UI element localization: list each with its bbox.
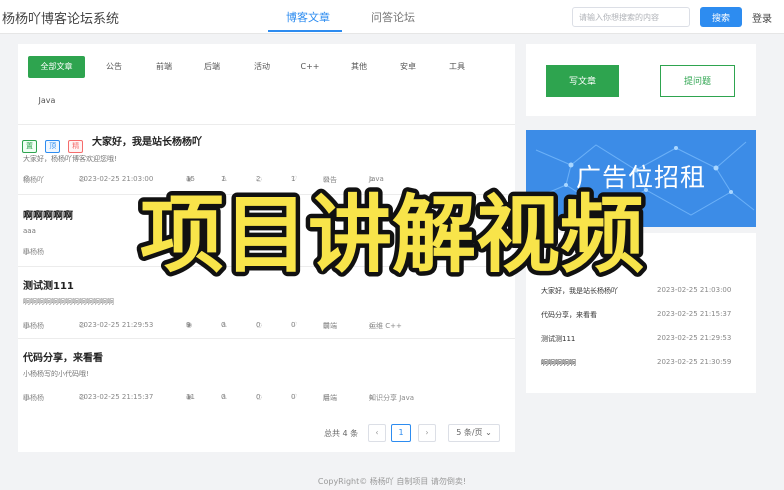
site-brand[interactable]: 杨杨吖博客论坛系统: [2, 8, 119, 27]
next-page-button[interactable]: ›: [418, 424, 436, 442]
tab-blog-articles[interactable]: 博客文章: [286, 9, 330, 25]
recent-post-item[interactable]: 啊啊啊啊啊 2023-02-25 21:30:59: [541, 358, 746, 370]
category-other[interactable]: 其他: [341, 56, 377, 78]
recent-post-item[interactable]: 大家好，我是站长杨杨吖 2023-02-25 21:03:00: [541, 286, 746, 298]
search-button[interactable]: 搜索: [700, 7, 742, 27]
pagination: 总共 4 条 ‹ 1 › 5 条/页 ⌄: [18, 418, 515, 442]
recent-post-title: 啊啊啊啊啊: [541, 359, 576, 367]
category-all[interactable]: 全部文章: [28, 56, 85, 78]
category-java[interactable]: Java: [30, 90, 64, 112]
ad-text: 广告位招租: [576, 163, 707, 192]
article-desc: aaa: [23, 227, 36, 235]
category-filter: 全部文章 公告 前端 后端 活动 C++ 其他 安卓 工具 Java: [18, 44, 515, 120]
prev-page-button[interactable]: ‹: [368, 424, 386, 442]
article-title[interactable]: 代码分享，来看看: [23, 349, 103, 364]
recent-post-title: 大家好，我是站长杨杨吖: [541, 287, 618, 295]
recent-post-item[interactable]: 测试测111 2023-02-25 21:29:53: [541, 334, 746, 346]
category-frontend[interactable]: 前端: [146, 56, 182, 78]
recent-post-title: 代码分享，来看看: [541, 311, 597, 319]
article-list-panel: 全部文章 公告 前端 后端 活动 C++ 其他 安卓 工具 Java 置 顶 精…: [18, 44, 515, 452]
article-desc: 小杨杨写的小代码哦!: [23, 370, 89, 378]
article-item[interactable]: 代码分享，来看看 小杨杨写的小代码哦! ▨ 小杨杨 ◷ 2023-02-25 21:…: [18, 338, 515, 412]
recent-post-time: 2023-02-25 21:03:00: [657, 286, 732, 294]
chevron-down-icon: ⌄: [485, 428, 492, 437]
action-panel: 写文章 提问题: [526, 44, 756, 116]
search-input[interactable]: [572, 7, 690, 27]
article-title[interactable]: 测试测111: [23, 277, 74, 292]
article-desc: 大家好，杨杨吖博客欢迎您哦!: [23, 155, 117, 163]
article-tags: 置 顶 精: [22, 133, 86, 153]
article-meta: ▨ 小杨杨: [23, 247, 44, 256]
page-size-select[interactable]: 5 条/页 ⌄: [448, 424, 500, 442]
featured-badge: 精: [68, 140, 84, 153]
article-item[interactable]: 啊啊啊啊啊 aaa ▨ 小杨杨: [18, 194, 515, 266]
ask-question-button[interactable]: 提问题: [660, 65, 735, 97]
article-title[interactable]: 大家好，我是站长杨杨吖: [92, 133, 202, 148]
article-meta: ▨ 小杨杨 ◷ 2023-02-25 21:15:37 ◉ 11 ♙ 0 ◌ 0 ♡ 0 ▤…: [23, 393, 415, 402]
category-announcement[interactable]: 公告: [96, 56, 132, 78]
article-desc: 啊啊啊啊啊啊啊啊啊啊啊啊啊: [23, 298, 114, 306]
pinned-badge: 置: [22, 140, 37, 153]
tab-qa-forum[interactable]: 问答论坛: [371, 9, 415, 25]
article-meta: ▨ 小杨杨 ◷ 2023-02-25 21:29:53 ◉ 9 ♙ 0 ◌ 0 ♡ 0 ▤ 前…: [23, 321, 402, 330]
write-article-button[interactable]: 写文章: [546, 65, 619, 97]
top-badge: 顶: [45, 140, 61, 153]
recent-post-item[interactable]: 代码分享，来看看 2023-02-25 21:15:37: [541, 310, 746, 322]
recent-post-time: 2023-02-25 21:29:53: [657, 334, 732, 342]
recent-post-time: 2023-02-25 21:30:59: [657, 358, 732, 366]
article-item[interactable]: 测试测111 啊啊啊啊啊啊啊啊啊啊啊啊啊 ▨ 小杨杨 ◷ 2023-02-25 21…: [18, 266, 515, 338]
category-tools[interactable]: 工具: [439, 56, 475, 78]
category-cpp[interactable]: C++: [292, 56, 328, 78]
total-count: 总共 4 条: [324, 429, 359, 438]
recent-post-title: 测试测111: [541, 335, 576, 343]
page-1-button[interactable]: 1: [391, 424, 411, 442]
category-activity[interactable]: 活动: [244, 56, 280, 78]
article-title[interactable]: 啊啊啊啊啊: [23, 207, 73, 222]
login-link[interactable]: 登录: [752, 10, 772, 25]
active-tab-indicator: [268, 30, 342, 32]
article-meta: ☺ 杨杨吖 ◷ 2023-02-25 21:03:00 ◉ 15 ♙ 1 ◌ 2 ♡ 1 ▤…: [23, 175, 384, 184]
article-item[interactable]: 置 顶 精 大家好，我是站长杨杨吖 大家好，杨杨吖博客欢迎您哦! ☺ 杨杨吖 ◷ 2…: [18, 124, 515, 194]
footer-copyright: CopyRight© 杨杨吖 自制项目 请勿倒卖!: [317, 477, 467, 486]
top-navbar: 杨杨吖博客论坛系统 博客文章 问答论坛 搜索 登录: [0, 0, 784, 34]
ad-banner[interactable]: 广告位招租: [526, 130, 756, 227]
recent-posts-panel: 大家好，我是站长杨杨吖 2023-02-25 21:03:00 代码分享，来看看…: [526, 233, 756, 393]
recent-post-time: 2023-02-25 21:15:37: [657, 310, 732, 318]
category-backend[interactable]: 后端: [194, 56, 230, 78]
category-android[interactable]: 安卓: [390, 56, 426, 78]
